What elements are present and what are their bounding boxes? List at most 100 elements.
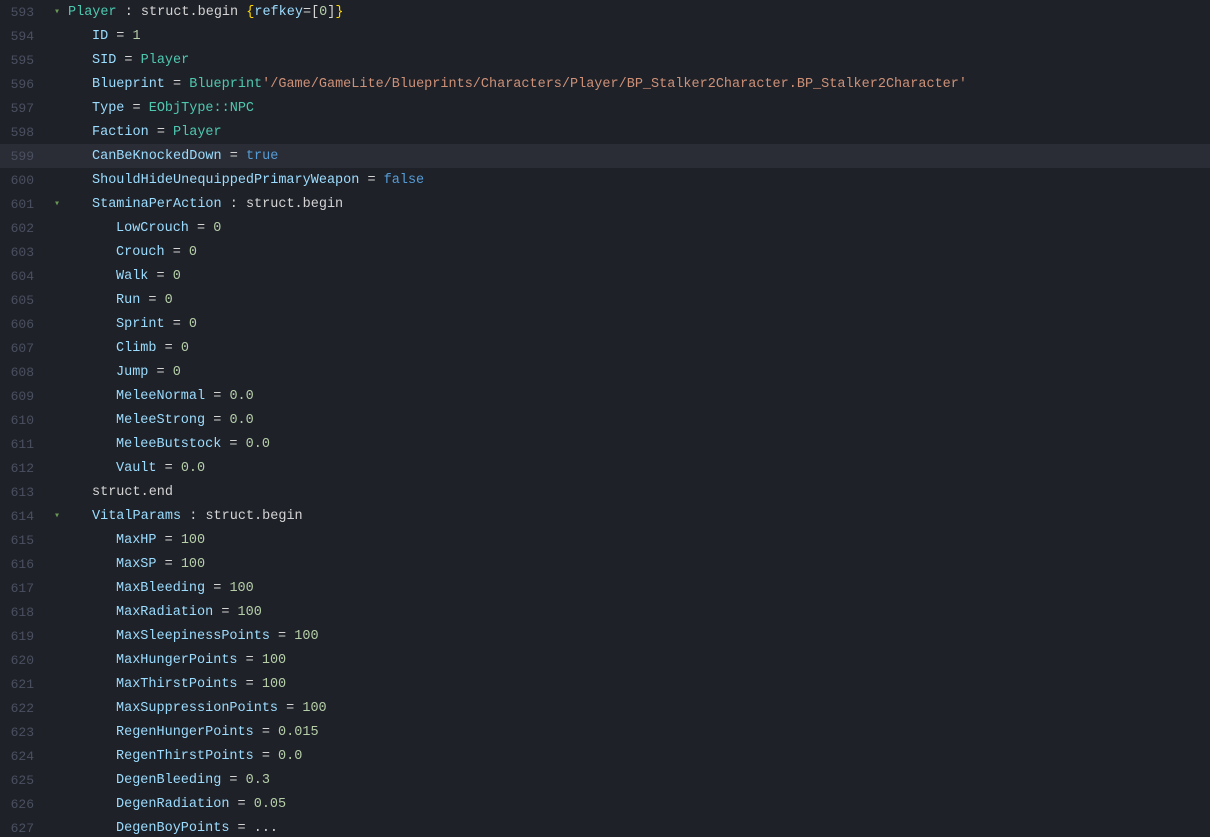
code-line: 607 Climb = 0 <box>0 336 1210 360</box>
line-number: 621 <box>0 677 50 692</box>
token-white: : <box>181 509 205 524</box>
line-number: 619 <box>0 629 50 644</box>
token-white: : <box>117 5 141 20</box>
token-white: = <box>116 53 140 68</box>
token-light-blue: MaxSleepinessPoints <box>116 629 270 644</box>
code-tokens: MeleeNormal = 0.0 <box>112 389 254 404</box>
line-number: 608 <box>0 365 50 380</box>
token-light-blue: refkey <box>254 5 303 20</box>
token-white: = <box>124 101 148 116</box>
token-number: 100 <box>262 677 286 692</box>
token-light-blue: Blueprint <box>92 77 165 92</box>
code-tokens: Walk = 0 <box>112 269 181 284</box>
code-tokens: Jump = 0 <box>112 365 181 380</box>
fold-arrow[interactable]: ▾ <box>50 198 64 210</box>
code-line: 611 MeleeButstock = 0.0 <box>0 432 1210 456</box>
code-tokens: MaxSuppressionPoints = 100 <box>112 701 327 716</box>
token-number: 0.0 <box>229 389 253 404</box>
line-number: 593 <box>0 5 50 20</box>
token-white: = <box>229 797 253 812</box>
token-white: struct.end <box>92 485 173 500</box>
token-number: 100 <box>181 557 205 572</box>
token-white: = <box>205 581 229 596</box>
token-white: = <box>238 677 262 692</box>
code-tokens: LowCrouch = 0 <box>112 221 221 236</box>
line-number: 623 <box>0 725 50 740</box>
token-light-blue: ID <box>92 29 108 44</box>
token-white: struct.begin <box>141 5 246 20</box>
code-tokens: MaxRadiation = 100 <box>112 605 262 620</box>
code-line: 595 SID = Player <box>0 48 1210 72</box>
token-number: 100 <box>302 701 326 716</box>
line-number: 597 <box>0 101 50 116</box>
token-number: 0 <box>189 317 197 332</box>
code-line: 614▾VitalParams : struct.begin <box>0 504 1210 528</box>
token-cyan: Player <box>68 5 117 20</box>
code-tokens: DegenRadiation = 0.05 <box>112 797 286 812</box>
code-tokens: DegenBleeding = 0.3 <box>112 773 270 788</box>
token-light-blue: MeleeButstock <box>116 437 221 452</box>
token-cyan: Player <box>173 125 222 140</box>
token-white: = <box>140 293 164 308</box>
token-light-blue: MaxSuppressionPoints <box>116 701 278 716</box>
code-line: 596 Blueprint = Blueprint'/Game/GameLite… <box>0 72 1210 96</box>
code-tokens: ShouldHideUnequippedPrimaryWeapon = fals… <box>88 173 424 188</box>
token-number: 100 <box>181 533 205 548</box>
code-tokens: Climb = 0 <box>112 341 189 356</box>
token-light-blue: Walk <box>116 269 148 284</box>
code-line: 623 RegenHungerPoints = 0.015 <box>0 720 1210 744</box>
line-number: 596 <box>0 77 50 92</box>
line-number: 603 <box>0 245 50 260</box>
token-light-blue: Crouch <box>116 245 165 260</box>
code-tokens: MaxSP = 100 <box>112 557 205 572</box>
code-tokens: Type = EObjType::NPC <box>88 101 254 116</box>
code-tokens: MaxBleeding = 100 <box>112 581 254 596</box>
token-light-blue: MaxRadiation <box>116 605 213 620</box>
line-number: 620 <box>0 653 50 668</box>
token-number: 0 <box>165 293 173 308</box>
code-line: 612 Vault = 0.0 <box>0 456 1210 480</box>
token-number: 0 <box>213 221 221 236</box>
token-number: 1 <box>133 29 141 44</box>
token-light-blue: MaxHungerPoints <box>116 653 238 668</box>
token-light-blue: ShouldHideUnequippedPrimaryWeapon <box>92 173 359 188</box>
code-tokens: Faction = Player <box>88 125 222 140</box>
code-tokens: ID = 1 <box>88 29 141 44</box>
line-number: 602 <box>0 221 50 236</box>
code-tokens: Crouch = 0 <box>112 245 197 260</box>
fold-arrow[interactable]: ▾ <box>50 510 64 522</box>
line-number: 605 <box>0 293 50 308</box>
token-light-blue: MaxBleeding <box>116 581 205 596</box>
code-line: 597 Type = EObjType::NPC <box>0 96 1210 120</box>
code-tokens: MeleeStrong = 0.0 <box>112 413 254 428</box>
token-light-blue: Type <box>92 101 124 116</box>
line-number: 626 <box>0 797 50 812</box>
token-number: 100 <box>238 605 262 620</box>
code-line: 613 struct.end <box>0 480 1210 504</box>
token-number: 0 <box>189 245 197 260</box>
code-line: 594 ID = 1 <box>0 24 1210 48</box>
line-number: 622 <box>0 701 50 716</box>
code-tokens: MaxSleepinessPoints = 100 <box>112 629 319 644</box>
code-tokens: RegenThirstPoints = 0.0 <box>112 749 302 764</box>
line-number: 618 <box>0 605 50 620</box>
token-light-blue: Sprint <box>116 317 165 332</box>
token-white: = <box>148 365 172 380</box>
token-light-blue: Climb <box>116 341 157 356</box>
code-line: 609 MeleeNormal = 0.0 <box>0 384 1210 408</box>
fold-arrow[interactable]: ▾ <box>50 6 64 18</box>
line-number: 614 <box>0 509 50 524</box>
token-number: 0.3 <box>246 773 270 788</box>
token-light-blue: LowCrouch <box>116 221 189 236</box>
token-white: = <box>359 173 383 188</box>
token-number: 0.0 <box>181 461 205 476</box>
code-line: 620 MaxHungerPoints = 100 <box>0 648 1210 672</box>
token-cyan: EObjType::NPC <box>149 101 254 116</box>
line-number: 610 <box>0 413 50 428</box>
token-white: = <box>205 389 229 404</box>
line-number: 609 <box>0 389 50 404</box>
code-line: 608 Jump = 0 <box>0 360 1210 384</box>
line-number: 611 <box>0 437 50 452</box>
token-number: 0 <box>173 365 181 380</box>
code-editor: 593▾Player : struct.begin {refkey=[0]}59… <box>0 0 1210 837</box>
